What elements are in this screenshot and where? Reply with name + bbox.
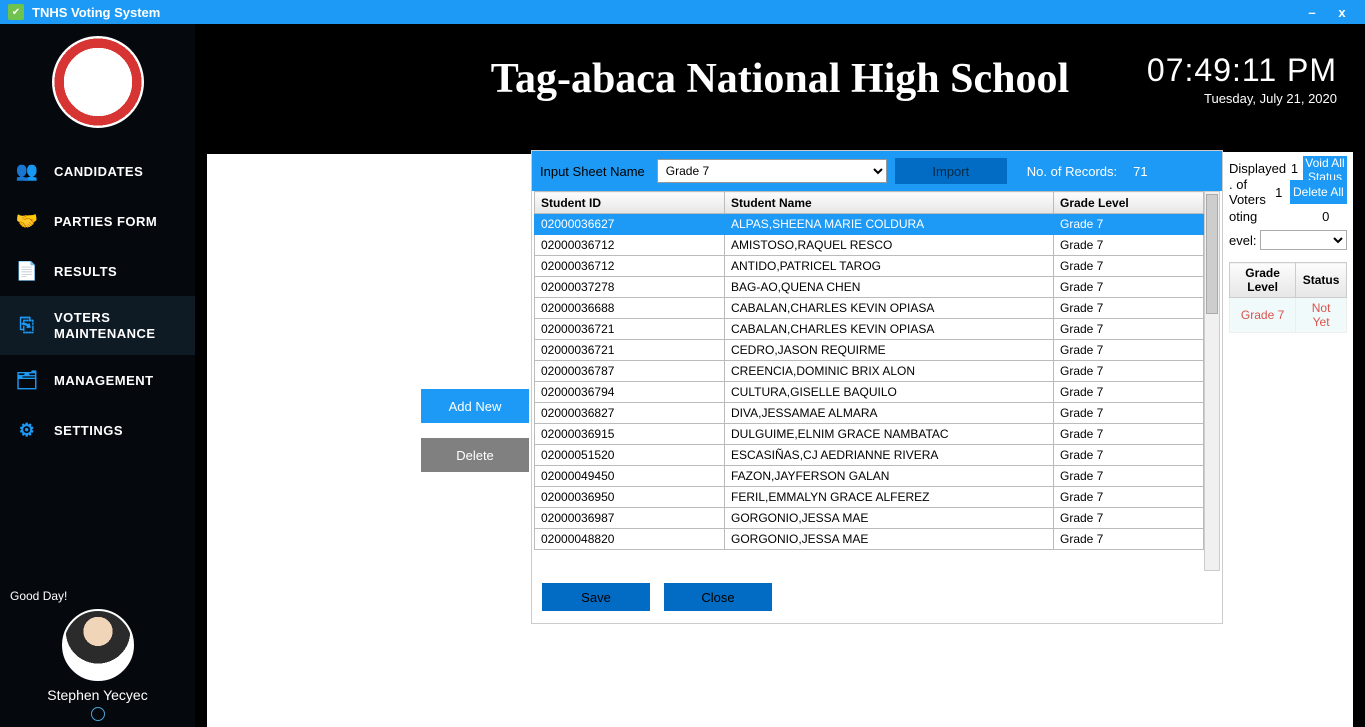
date: Tuesday, July 21, 2020 — [1147, 91, 1337, 106]
table-row[interactable]: 02000049450FAZON,JAYFERSON GALANGrade 7 — [535, 466, 1204, 487]
status-row[interactable]: Grade 7 Not Yet — [1230, 298, 1347, 333]
nav-label: MANAGEMENT — [54, 373, 154, 388]
voting-value: 0 — [1305, 209, 1347, 224]
table-row[interactable]: 02000036721CEDRO,JASON REQUIRMEGrade 7 — [535, 340, 1204, 361]
table-row[interactable]: 02000036987GORGONIO,JESSA MAEGrade 7 — [535, 508, 1204, 529]
table-row[interactable]: 02000036627ALPAS,SHEENA MARIE COLDURAGra… — [535, 214, 1204, 235]
students-grid[interactable]: Student ID Student Name Grade Level 0200… — [534, 191, 1204, 550]
management-icon: 🗂 — [16, 369, 38, 391]
records-value: 71 — [1133, 164, 1147, 179]
titlebar: ✔ TNHS Voting System – x — [0, 0, 1365, 24]
col-student-id[interactable]: Student ID — [535, 192, 725, 214]
level-select[interactable] — [1260, 230, 1347, 250]
table-row[interactable]: 02000036950FERIL,EMMALYN GRACE ALFEREZGr… — [535, 487, 1204, 508]
table-row[interactable]: 02000036721CABALAN,CHARLES KEVIN OPIASAG… — [535, 319, 1204, 340]
fullname-label: Fullname — [415, 253, 535, 268]
col-student-name[interactable]: Student Name — [725, 192, 1054, 214]
table-row[interactable]: 02000036794CULTURA,GISELLE BAQUILOGrade … — [535, 382, 1204, 403]
nav-settings[interactable]: ⚙ SETTINGS — [0, 405, 195, 455]
greeting: Good Day! — [10, 589, 185, 603]
grade-level-label: Grade Level — [415, 302, 535, 317]
rp-col-status[interactable]: Status — [1296, 263, 1347, 298]
import-modal: Input Sheet Name Grade 7 Import No. of R… — [531, 150, 1223, 624]
displayed-value: 1 — [1286, 161, 1303, 176]
school-logo — [52, 36, 144, 128]
grid-scrollbar[interactable] — [1204, 191, 1220, 571]
voters-label: . of Voters — [1229, 177, 1268, 207]
table-row[interactable]: 02000036712ANTIDO,PATRICEL TAROGGrade 7 — [535, 256, 1204, 277]
sheet-select[interactable]: Grade 7 — [657, 159, 887, 183]
student-id-input[interactable] — [415, 223, 515, 243]
right-panel: Displayed 1 Void All Status . of Voters … — [1223, 152, 1353, 593]
nav-management[interactable]: 🗂 MANAGEMENT — [0, 355, 195, 405]
voters-icon: ⎘ — [16, 315, 38, 337]
minimize-button[interactable]: – — [1297, 5, 1327, 20]
import-button[interactable]: Import — [895, 158, 1007, 184]
close-window-button[interactable]: x — [1327, 5, 1357, 20]
nav-label: SETTINGS — [54, 423, 123, 438]
nav-label: VOTERS MAINTENANCE — [54, 310, 179, 341]
table-row[interactable]: 02000036827DIVA,JESSAMAE ALMARAGrade 7 — [535, 403, 1204, 424]
content-area: Tag-abaca National High School 07:49:11 … — [195, 24, 1365, 727]
displayed-label: Displayed — [1229, 161, 1286, 176]
close-button[interactable]: Close — [664, 583, 772, 611]
table-row[interactable]: 02000036787CREENCIA,DOMINIC BRIX ALONGra… — [535, 361, 1204, 382]
table-row[interactable]: 02000048820GORGONIO,JESSA MAEGrade 7 — [535, 529, 1204, 550]
nav-label: RESULTS — [54, 264, 117, 279]
app-icon: ✔ — [8, 4, 24, 20]
settings-icon: ⚙ — [16, 419, 38, 441]
nav-label: PARTIES FORM — [54, 214, 157, 229]
fullname-input[interactable] — [415, 272, 515, 292]
table-row[interactable]: 02000036712AMISTOSO,RAQUEL RESCOGrade 7 — [535, 235, 1204, 256]
input-sheet-label: Input Sheet Name — [540, 164, 645, 179]
user-avatar — [62, 609, 134, 681]
username: Stephen Yecyec — [47, 687, 147, 703]
student-id-label: Student ID — [415, 204, 535, 219]
voting-label: oting — [1229, 209, 1305, 224]
nav-results[interactable]: 📄 RESULTS — [0, 246, 195, 296]
voters-value: 1 — [1268, 185, 1290, 200]
time: 07:49:11 PM — [1147, 52, 1337, 89]
table-row[interactable]: 02000037278BAG-AO,QUENA CHENGrade 7 — [535, 277, 1204, 298]
delete-button[interactable]: Delete — [421, 438, 529, 472]
table-row[interactable]: 02000036915DULGUIME,ELNIM GRACE NAMBATAC… — [535, 424, 1204, 445]
results-icon: 📄 — [16, 260, 38, 282]
level-label: evel: — [1229, 233, 1256, 248]
rp-col-grade[interactable]: Grade Level — [1230, 263, 1296, 298]
add-new-button[interactable]: Add New — [421, 389, 529, 423]
col-grade-level[interactable]: Grade Level — [1054, 192, 1204, 214]
candidates-icon: 👥 — [16, 160, 38, 182]
status-grid[interactable]: Grade Level Status Grade 7 Not Yet — [1229, 262, 1347, 593]
nav-voters-maintenance[interactable]: ⎘ VOTERS MAINTENANCE — [0, 296, 195, 355]
table-row[interactable]: 02000036688CABALAN,CHARLES KEVIN OPIASAG… — [535, 298, 1204, 319]
school-title: Tag-abaca National High School — [491, 55, 1069, 103]
voter-form: Student ID Fullname Grade Level — [415, 204, 535, 351]
grade-level-input[interactable] — [415, 321, 515, 341]
save-button[interactable]: Save — [542, 583, 650, 611]
delete-all-button[interactable]: Delete All — [1290, 180, 1347, 204]
records-label: No. of Records: — [1027, 164, 1117, 179]
void-all-button[interactable]: Void All Status — [1303, 156, 1347, 180]
table-row[interactable]: 02000051520ESCASIÑAS,CJ AEDRIANNE RIVERA… — [535, 445, 1204, 466]
sidebar: 👥 CANDIDATES 🤝 PARTIES FORM 📄 RESULTS ⎘ … — [0, 24, 195, 727]
app-title: TNHS Voting System — [32, 5, 160, 20]
clock: 07:49:11 PM Tuesday, July 21, 2020 — [1147, 52, 1337, 106]
nav-parties[interactable]: 🤝 PARTIES FORM — [0, 196, 195, 246]
nav-candidates[interactable]: 👥 CANDIDATES — [0, 146, 195, 196]
parties-icon: 🤝 — [16, 210, 38, 232]
lock-icon[interactable] — [91, 707, 105, 721]
nav-label: CANDIDATES — [54, 164, 143, 179]
